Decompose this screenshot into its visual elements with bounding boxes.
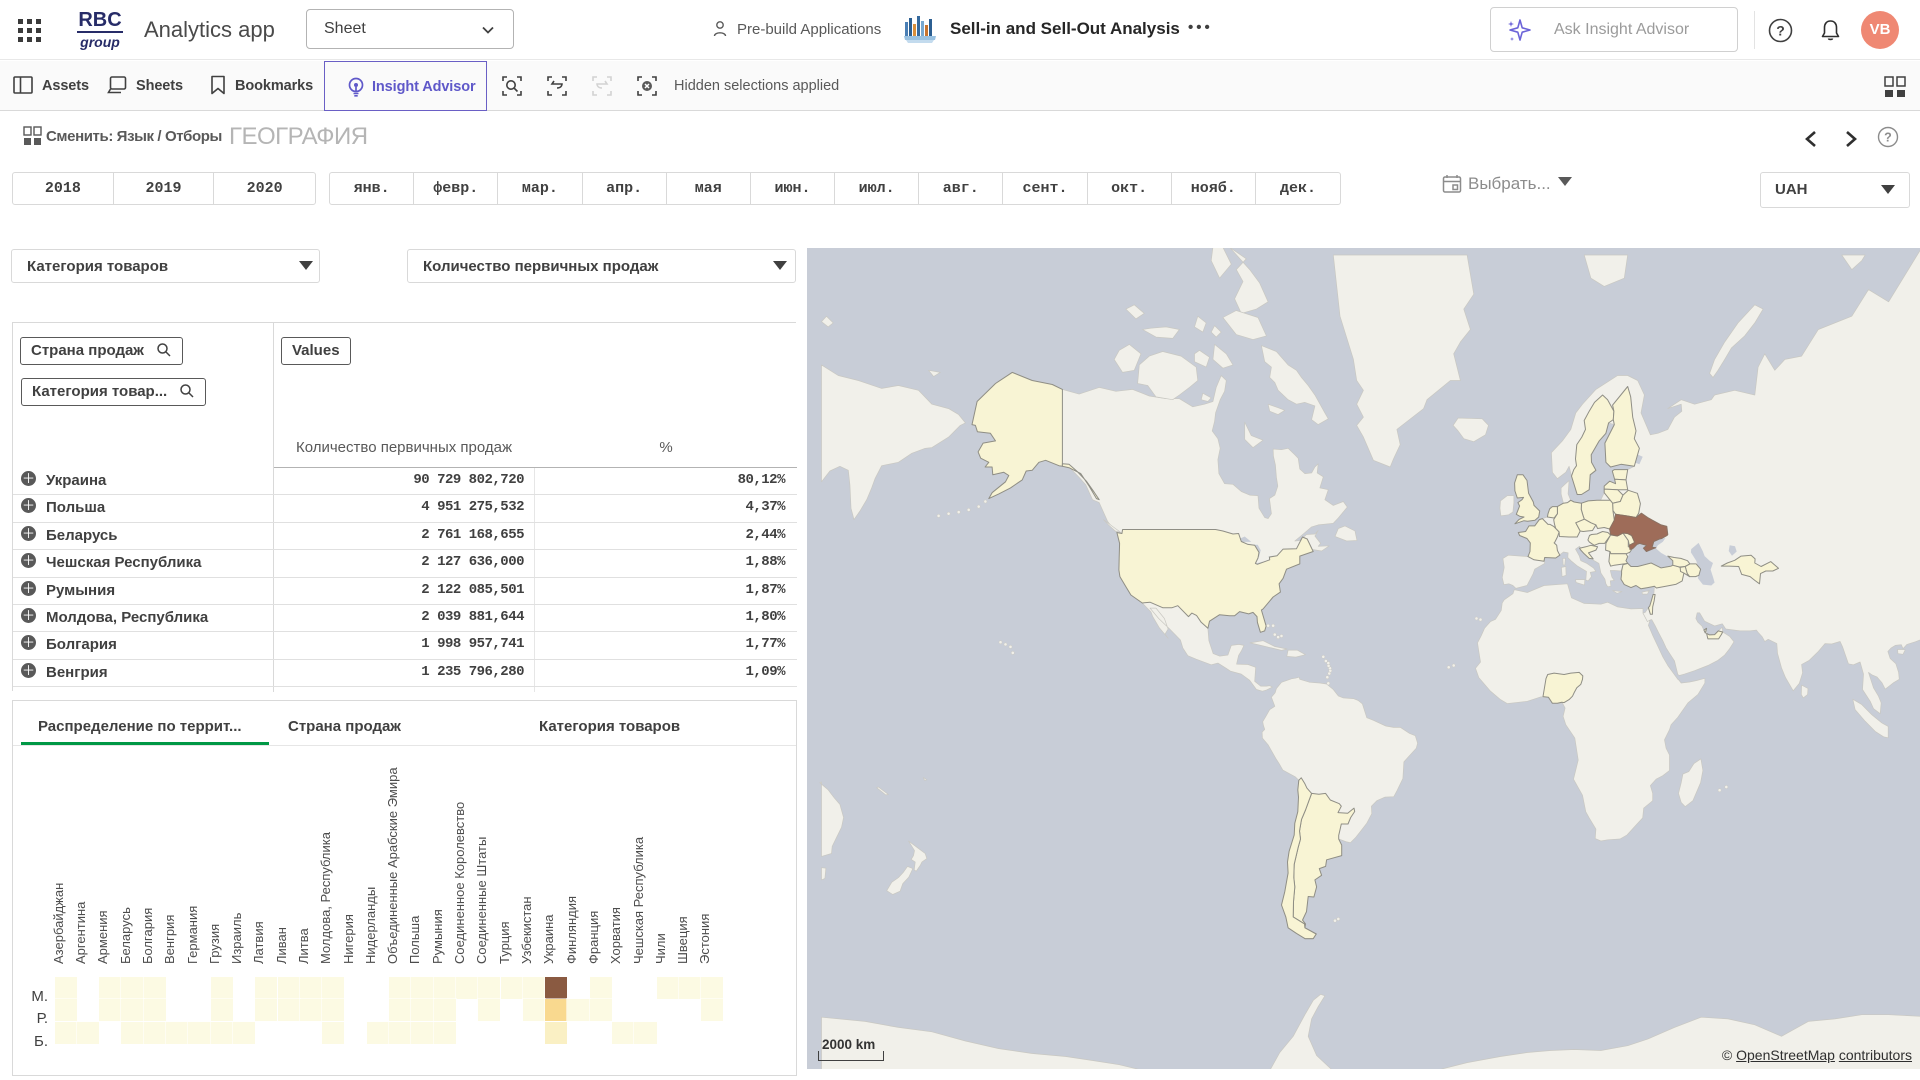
svg-text:?: ? bbox=[1776, 23, 1785, 39]
svg-text:?: ? bbox=[1884, 131, 1892, 145]
